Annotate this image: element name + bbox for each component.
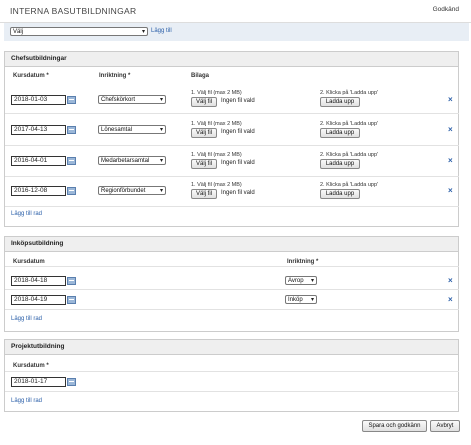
section-chefsutbildningar: Chefsutbildningar Kursdatum * Inriktning…: [4, 51, 459, 227]
delete-row-icon[interactable]: ×: [448, 95, 453, 104]
add-education-link[interactable]: Lägg till: [151, 28, 172, 34]
choose-file-button[interactable]: Välj fil: [191, 97, 217, 107]
save-approve-button[interactable]: Spara och godkänn: [362, 420, 427, 432]
upload-button[interactable]: Ladda upp: [320, 189, 360, 199]
column-header-date: Kursdatum: [13, 259, 45, 265]
upload-step2-label: 2. Klicka på 'Ladda upp': [320, 152, 379, 158]
date-input[interactable]: 2018-04-19: [11, 295, 66, 305]
no-file-text: Ingen fil vald: [221, 190, 255, 196]
direction-select[interactable]: Chefskörkort ▾: [98, 95, 166, 104]
chevron-down-icon: ▾: [159, 127, 163, 133]
chevron-down-icon: ▾: [310, 278, 314, 284]
direction-select-value: Regionförbundet: [101, 188, 146, 194]
calendar-icon[interactable]: [67, 126, 76, 134]
upload-step2-label: 2. Klicka på 'Ladda upp': [320, 90, 379, 96]
add-row-link[interactable]: Lägg till rad: [11, 316, 42, 322]
direction-select[interactable]: Lönesamtal ▾: [98, 125, 166, 134]
chevron-down-icon: ▾: [159, 158, 163, 164]
choose-file-button[interactable]: Välj fil: [191, 128, 217, 138]
date-input[interactable]: 2016-04-01: [11, 156, 66, 166]
section-title: Chefsutbildningar: [5, 52, 458, 67]
date-input[interactable]: 2016-12-08: [11, 186, 66, 196]
add-row-link[interactable]: Lägg till rad: [11, 211, 42, 217]
upload-button[interactable]: Ladda upp: [320, 159, 360, 169]
no-file-text: Ingen fil vald: [221, 98, 255, 104]
row-divider: [5, 113, 459, 114]
choose-file-button[interactable]: Välj fil: [191, 189, 217, 199]
cancel-button[interactable]: Avbryt: [430, 420, 460, 432]
row-divider: [5, 371, 459, 372]
row-divider: [5, 176, 459, 177]
row-divider: [5, 206, 459, 207]
date-input[interactable]: 2018-01-17: [11, 377, 66, 387]
upload-button[interactable]: Ladda upp: [320, 97, 360, 107]
chevron-down-icon: ▾: [159, 97, 163, 103]
direction-select-value: Medarbetarsamtal: [101, 158, 150, 164]
calendar-icon[interactable]: [67, 378, 76, 386]
row-divider: [5, 145, 459, 146]
direction-select-value: Inköp: [288, 297, 303, 303]
page-header: INTERNA BASUTBILDNINGAR Godkänd: [0, 0, 471, 23]
education-type-select[interactable]: Välj ▾: [10, 27, 148, 36]
column-header-direction: Inriktning *: [99, 73, 131, 79]
upload-step1-label: 1. Välj fil (max 2 MB): [191, 152, 242, 158]
upload-step2-label: 2. Klicka på 'Ladda upp': [320, 121, 379, 127]
upload-button[interactable]: Ladda upp: [320, 128, 360, 138]
calendar-icon[interactable]: [67, 277, 76, 285]
delete-row-icon[interactable]: ×: [448, 156, 453, 165]
direction-select[interactable]: Avrop ▾: [285, 276, 317, 285]
direction-select-value: Chefskörkort: [101, 97, 136, 103]
section-projektutbildning: Projektutbildning Kursdatum *: [4, 339, 459, 412]
date-input[interactable]: 2017-04-13: [11, 125, 66, 135]
date-input[interactable]: 2018-04-18: [11, 276, 66, 286]
direction-select[interactable]: Medarbetarsamtal ▾: [98, 156, 166, 165]
upload-step1-label: 1. Välj fil (max 2 MB): [191, 121, 242, 127]
direction-select[interactable]: Regionförbundet ▾: [98, 186, 166, 195]
delete-row-icon[interactable]: ×: [448, 276, 453, 285]
chevron-down-icon: ▾: [141, 29, 145, 35]
no-file-text: Ingen fil vald: [221, 129, 255, 135]
chevron-down-icon: ▾: [310, 297, 314, 303]
column-header-attachment: Bilaga: [191, 73, 210, 79]
date-input[interactable]: 2018-01-03: [11, 95, 66, 105]
upload-step2-label: 2. Klicka på 'Ladda upp': [320, 182, 379, 188]
row-divider: [5, 391, 459, 392]
column-header-date: Kursdatum *: [13, 73, 49, 79]
upload-step1-label: 1. Välj fil (max 2 MB): [191, 182, 242, 188]
no-file-text: Ingen fil vald: [221, 160, 255, 166]
section-title: Projektutbildning: [5, 340, 458, 355]
upload-step1-label: 1. Välj fil (max 2 MB): [191, 90, 242, 96]
row-divider: [5, 266, 459, 267]
page-title: INTERNA BASUTBILDNINGAR: [10, 6, 137, 16]
direction-select-value: Avrop: [288, 278, 304, 284]
row-divider: [5, 289, 459, 290]
delete-row-icon[interactable]: ×: [448, 125, 453, 134]
column-header-direction: Inriktning *: [287, 259, 319, 265]
section-title: Inköpsutbildning: [5, 237, 458, 252]
column-header-date: Kursdatum *: [13, 363, 49, 369]
calendar-icon[interactable]: [67, 157, 76, 165]
delete-row-icon[interactable]: ×: [448, 295, 453, 304]
add-row-link[interactable]: Lägg till rad: [11, 398, 42, 404]
add-education-bar: Välj ▾ Lägg till: [4, 23, 469, 41]
direction-select-value: Lönesamtal: [101, 127, 133, 133]
direction-select[interactable]: Inköp ▾: [285, 295, 317, 304]
choose-file-button[interactable]: Välj fil: [191, 159, 217, 169]
chevron-down-icon: ▾: [159, 188, 163, 194]
status-text: Godkänd: [432, 6, 459, 13]
calendar-icon[interactable]: [67, 296, 76, 304]
education-type-select-value: Välj: [13, 29, 24, 35]
calendar-icon[interactable]: [67, 187, 76, 195]
calendar-icon[interactable]: [67, 96, 76, 104]
delete-row-icon[interactable]: ×: [448, 186, 453, 195]
row-divider: [5, 309, 459, 310]
